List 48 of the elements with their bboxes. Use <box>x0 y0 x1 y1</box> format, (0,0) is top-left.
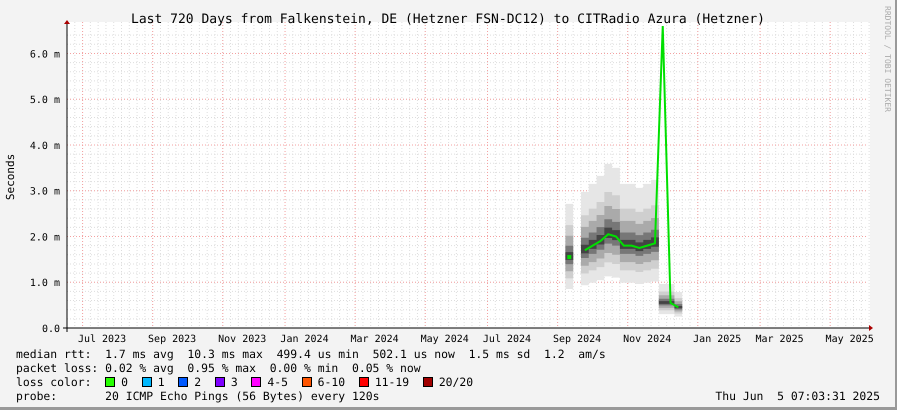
x-tick-label: Sep 2023 <box>148 334 196 345</box>
probe-value: 20 ICMP Echo Pings (56 Bytes) every 120s <box>105 389 380 403</box>
stat-label: packet loss: <box>16 361 100 375</box>
legend-text: 0 <box>121 375 128 389</box>
probe-label: probe: <box>16 389 58 403</box>
stat-value: 1.7 ms avg <box>105 347 174 361</box>
stat-value: 1.5 ms sd <box>468 347 530 361</box>
stat-value: am/s <box>578 347 606 361</box>
x-tick-label: Jan 2024 <box>280 334 329 345</box>
legend-text: 1 <box>158 375 165 389</box>
stat-value: 0.02 % avg <box>105 361 174 375</box>
y-tick-label: 4.0 m <box>30 140 60 152</box>
x-tick-label: Mar 2025 <box>755 334 804 345</box>
legend-text: 20/20 <box>438 375 474 389</box>
x-tick-label: May 2024 <box>420 334 469 345</box>
y-tick-label: 1.0 m <box>30 278 60 290</box>
legend-label: loss color: <box>16 375 92 389</box>
stat-value: 0.05 % now <box>352 361 421 375</box>
x-tick-label: Mar 2024 <box>350 334 399 345</box>
legend-text: 2 <box>194 375 202 389</box>
legend-text: 11-19 <box>374 375 410 389</box>
y-tick-label: 0.0 <box>42 324 60 335</box>
stat-value: 499.4 us min <box>276 347 359 361</box>
x-tick-label: May 2025 <box>826 334 874 345</box>
x-tick-label: Sep 2024 <box>553 334 602 345</box>
stat-value: 1.2 <box>544 347 565 361</box>
legend-text: 3 <box>230 375 238 389</box>
stat-label: median rtt: <box>16 347 92 361</box>
chart-title: Last 720 Days from Falkenstein, DE (Hetzner FSN-DC12) to CITRadio Azura (Hetzner) <box>131 12 765 27</box>
x-tick-label: Jan 2025 <box>693 334 742 345</box>
legend-text: 6-10 <box>318 375 346 389</box>
y-tick-label: 3.0 m <box>30 186 60 198</box>
x-tick-label: Nov 2023 <box>218 334 266 345</box>
y-tick-label: 2.0 m <box>30 232 60 244</box>
stat-value: 10.3 ms max <box>187 347 263 361</box>
timestamp: Thu Jun 5 07:03:31 2025 <box>715 389 880 403</box>
x-tick-label: Jul 2024 <box>482 334 532 345</box>
x-tick-label: Nov 2024 <box>623 334 672 345</box>
legend-text: 4-5 <box>267 375 288 389</box>
stat-value: 0.00 % min <box>270 361 338 375</box>
x-tick-label: Jul 2023 <box>78 334 126 345</box>
watermark-credit: RRDTOOL / TOBI OETIKER <box>883 6 892 112</box>
stat-value: 0.95 % max <box>187 361 256 375</box>
stat-value: 502.1 us now <box>372 347 455 361</box>
median-point <box>567 255 572 260</box>
y-axis-label: Seconds <box>4 154 17 200</box>
y-tick-label: 5.0 m <box>30 95 60 106</box>
y-tick-label: 6.0 m <box>30 49 60 60</box>
